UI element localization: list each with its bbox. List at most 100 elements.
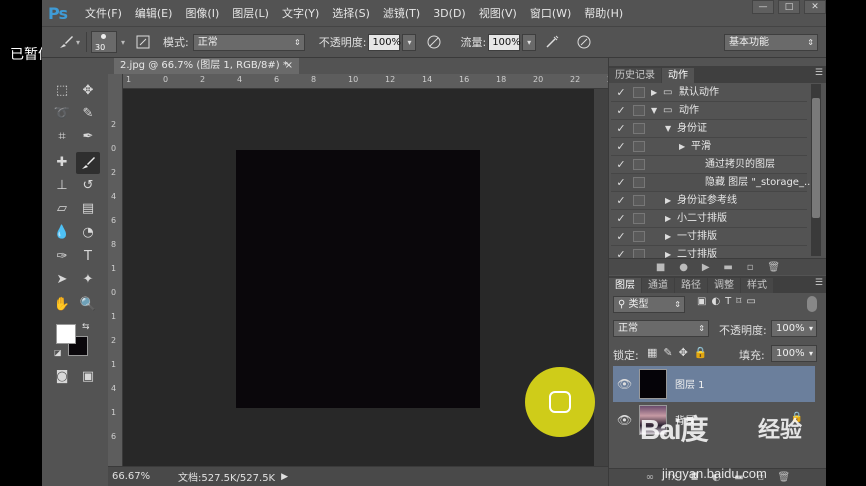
dialog-toggle-box[interactable] [633, 195, 645, 206]
document-canvas[interactable] [236, 150, 480, 408]
action-row[interactable]: ✓ ▶ 小二寸排版 [611, 210, 807, 228]
lasso-tool-icon[interactable]: ➰ [50, 103, 74, 125]
opacity-input[interactable]: 100% [368, 33, 401, 51]
opacity-dropdown-button[interactable]: ▾ [402, 33, 417, 51]
action-row[interactable]: ✓ ▶ 一寸排版 [611, 228, 807, 246]
action-row[interactable]: ✓ ▼ ▭ 动作 [611, 102, 807, 120]
zoom-tool-icon[interactable]: 🔍 [76, 294, 100, 316]
checkmark-icon[interactable]: ✓ [615, 156, 627, 173]
menu-filter[interactable]: 滤镜(T) [383, 5, 420, 21]
layer-opacity-input[interactable]: 100% ▾ [771, 320, 817, 337]
checkmark-icon[interactable]: ✓ [615, 102, 627, 119]
foreground-color-swatch[interactable] [56, 324, 76, 344]
action-row[interactable]: ✓ 隐藏 图层 "_storage_... [611, 174, 813, 192]
gradient-tool-icon[interactable]: ▤ [76, 198, 100, 220]
maximize-button[interactable]: □ [778, 0, 800, 14]
visibility-eye-icon[interactable]: 👁 [617, 413, 632, 427]
chevron-down-icon[interactable]: ▾ [76, 38, 80, 47]
canvas-scrollbar[interactable] [594, 89, 608, 466]
panel-menu-icon[interactable]: ☰ [815, 278, 823, 288]
panel-menu-icon[interactable]: ☰ [815, 68, 823, 78]
checkmark-icon[interactable]: ✓ [615, 174, 627, 191]
play-icon[interactable]: ▶ [702, 262, 710, 273]
dialog-toggle-box[interactable] [633, 141, 645, 152]
menu-image[interactable]: 图像(I) [185, 5, 219, 21]
airbrush-icon[interactable] [542, 32, 562, 52]
flow-dropdown-button[interactable]: ▾ [522, 33, 537, 51]
menu-view[interactable]: 视图(V) [479, 5, 517, 21]
history-brush-tool-icon[interactable]: ↺ [76, 175, 100, 197]
swap-colors-icon[interactable]: ⇆ [82, 322, 90, 332]
type-tool-icon[interactable]: T [76, 246, 100, 268]
zoom-level[interactable]: 66.67% [112, 471, 168, 482]
tab-paths[interactable]: 路径 [675, 278, 707, 293]
menu-file[interactable]: 文件(F) [85, 5, 122, 21]
minimize-button[interactable]: — [752, 0, 774, 14]
dialog-toggle-box[interactable] [633, 177, 645, 188]
hand-tool-icon[interactable]: ✋ [50, 294, 74, 316]
menu-edit[interactable]: 编辑(E) [135, 5, 173, 21]
checkmark-icon[interactable]: ✓ [615, 228, 627, 245]
quick-select-tool-icon[interactable]: ✎ [76, 103, 100, 125]
visibility-eye-icon[interactable]: 👁 [617, 377, 632, 391]
screen-mode-icon[interactable]: ▣ [76, 366, 100, 388]
healing-brush-tool-icon[interactable]: ✚ [50, 152, 74, 174]
pen-tool-icon[interactable]: ✑ [50, 246, 74, 268]
tab-history[interactable]: 历史记录 [609, 68, 661, 83]
chevron-down-icon[interactable]: ▾ [121, 38, 125, 47]
menu-window[interactable]: 窗口(W) [530, 5, 571, 21]
stop-icon[interactable]: ■ [656, 262, 665, 273]
dialog-toggle-box[interactable] [633, 159, 645, 170]
menu-type[interactable]: 文字(Y) [282, 5, 319, 21]
tab-adjustments[interactable]: 调整 [708, 278, 740, 293]
brush-tool-icon[interactable] [76, 152, 100, 174]
close-icon[interactable]: × [285, 58, 293, 74]
collapsed-triangle-icon[interactable]: ▶ [651, 84, 657, 101]
menu-select[interactable]: 选择(S) [332, 5, 370, 21]
pressure-opacity-icon[interactable] [424, 32, 444, 52]
shape-tool-icon[interactable]: ✦ [76, 269, 100, 291]
tab-styles[interactable]: 样式 [741, 278, 773, 293]
new-set-icon[interactable]: ▬ [723, 262, 732, 273]
eyedropper-tool-icon[interactable]: ✒ [76, 126, 100, 148]
trash-icon[interactable]: 🗑 [767, 262, 780, 273]
expanded-triangle-icon[interactable]: ▼ [665, 120, 671, 137]
layer-name[interactable]: 图层 1 [675, 376, 705, 391]
blur-tool-icon[interactable]: 💧 [50, 222, 74, 244]
collapsed-triangle-icon[interactable]: ▶ [665, 192, 671, 209]
fill-input[interactable]: 100% ▾ [771, 345, 817, 362]
record-icon[interactable]: ● [679, 262, 688, 273]
pressure-size-icon[interactable] [574, 32, 594, 52]
flow-input[interactable]: 100% [488, 33, 521, 51]
filter-toggle[interactable] [807, 296, 817, 312]
dodge-tool-icon[interactable]: ◔ [76, 222, 100, 244]
quick-mask-icon[interactable]: ◙ [50, 366, 74, 388]
eraser-tool-icon[interactable]: ▱ [50, 198, 74, 220]
path-select-tool-icon[interactable]: ➤ [50, 269, 74, 291]
brush-size-picker[interactable]: 30 [91, 31, 118, 53]
dialog-toggle-box[interactable] [633, 123, 645, 134]
document-tab[interactable]: 2.jpg @ 66.7% (图层 1, RGB/8#) * × [114, 58, 299, 74]
mode-select[interactable]: 正常 ⇕ [192, 33, 305, 51]
expanded-triangle-icon[interactable]: ▼ [651, 102, 657, 119]
layer-filter-select[interactable]: ⚲ 类型 ⇕ [613, 296, 685, 313]
actions-scrollbar[interactable] [811, 84, 821, 256]
checkmark-icon[interactable]: ✓ [615, 138, 627, 155]
collapsed-triangle-icon[interactable]: ▶ [665, 210, 671, 227]
lock-icons[interactable]: ▦✎✥🔒 [647, 346, 714, 359]
dialog-toggle-box[interactable] [633, 87, 645, 98]
workspace-select[interactable]: 基本功能 ⇕ [724, 34, 818, 51]
checkmark-icon[interactable]: ✓ [615, 84, 627, 101]
chevron-right-icon[interactable]: ▶ [281, 472, 288, 482]
scrollbar-thumb[interactable] [812, 98, 820, 218]
tab-layers[interactable]: 图层 [609, 278, 641, 293]
tab-channels[interactable]: 通道 [642, 278, 674, 293]
default-colors-icon[interactable]: ◪ [54, 348, 62, 357]
collapsed-triangle-icon[interactable]: ▶ [665, 228, 671, 245]
layer-filter-icons[interactable]: ▣◐T⌑▭ [697, 296, 761, 307]
move-tool-icon[interactable]: ✥ [76, 80, 100, 102]
checkmark-icon[interactable]: ✓ [615, 192, 627, 209]
checkmark-icon[interactable]: ✓ [615, 210, 627, 227]
clone-stamp-tool-icon[interactable]: ⊥ [50, 175, 74, 197]
tab-actions[interactable]: 动作 [662, 68, 694, 83]
